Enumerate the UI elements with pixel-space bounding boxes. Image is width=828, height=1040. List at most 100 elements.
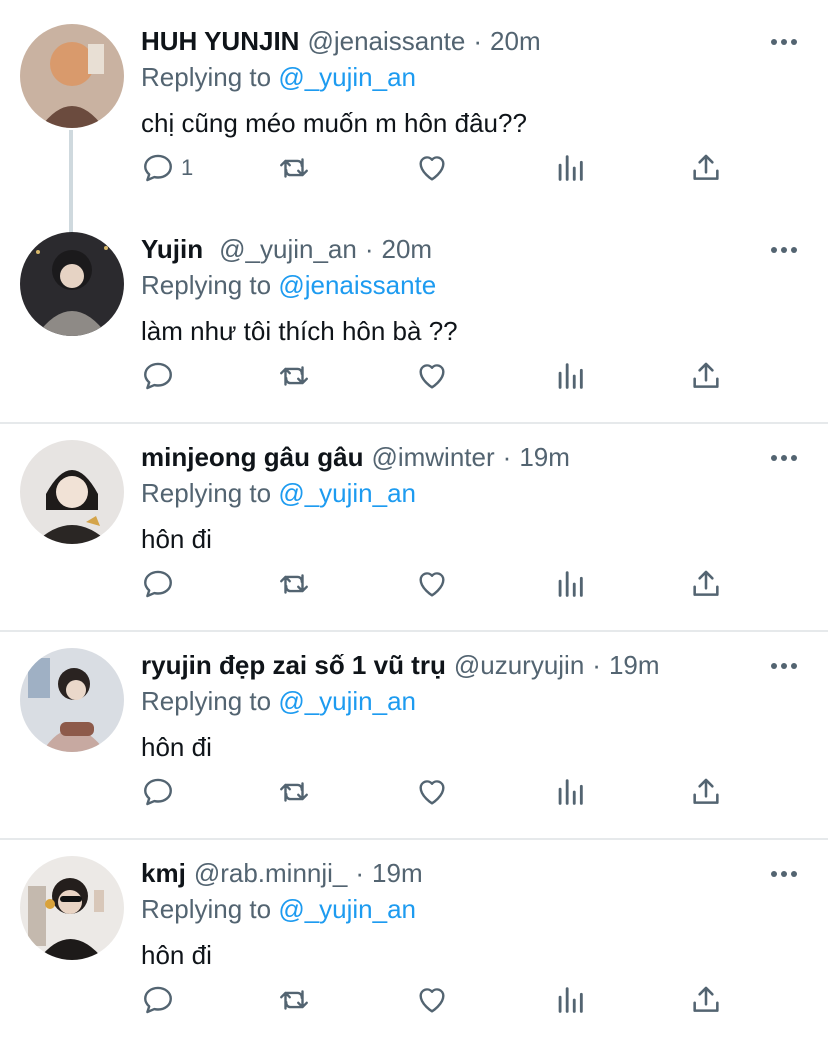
tweet[interactable]: HUH YUNJIN @jenaissante · 20m Replying t… <box>0 24 828 248</box>
action-bar <box>141 358 741 394</box>
action-bar <box>141 774 741 810</box>
tweet[interactable]: kmj @rab.minnji_ · 19m Replying to @_yuj… <box>0 856 828 1040</box>
avatar[interactable] <box>20 856 124 960</box>
reply-count: 1 <box>181 155 194 180</box>
user-handle[interactable]: @rab.minnji_ <box>194 856 348 890</box>
share-icon <box>693 778 719 804</box>
separator-dot: · <box>364 234 374 264</box>
analytics-icon <box>558 987 583 1013</box>
reply-button[interactable] <box>141 566 181 602</box>
retweet-button[interactable] <box>277 774 311 810</box>
more-dots-icon[interactable] <box>770 864 798 884</box>
user-handle[interactable]: @_yujin_an <box>219 232 357 266</box>
reply-mention-link[interactable]: @_yujin_an <box>278 894 416 924</box>
timestamp[interactable]: 19m <box>609 648 660 682</box>
tweet-header: HUH YUNJIN @jenaissante · 20m <box>141 24 541 58</box>
share-button[interactable] <box>689 150 723 186</box>
tweet-header: ryujin đẹp zai số 1 vũ trụ @uzuryujin · … <box>141 648 660 682</box>
user-handle[interactable]: @jenaissante <box>307 24 465 58</box>
display-name[interactable]: HUH YUNJIN <box>141 24 299 58</box>
views-button[interactable] <box>553 774 587 810</box>
tweet[interactable]: ryujin đẹp zai số 1 vũ trụ @uzuryujin · … <box>0 648 828 838</box>
tweet-text: hôn đi <box>141 732 212 762</box>
avatar[interactable] <box>20 232 124 336</box>
reply-button[interactable] <box>141 358 181 394</box>
timestamp[interactable]: 20m <box>382 232 433 266</box>
timestamp[interactable]: 19m <box>519 440 570 474</box>
heart-icon <box>419 988 445 1013</box>
retweet-button[interactable] <box>277 566 311 602</box>
reply-mention-link[interactable]: @_yujin_an <box>278 478 416 508</box>
tweet-text: làm như tôi thích hôn bà ?? <box>141 316 458 346</box>
retweet-button[interactable] <box>277 982 311 1018</box>
action-bar <box>141 982 741 1018</box>
reply-button[interactable]: 1 <box>141 150 193 186</box>
like-button[interactable] <box>415 774 449 810</box>
display-name[interactable]: minjeong gâu gâu <box>141 440 363 474</box>
share-button[interactable] <box>689 358 723 394</box>
analytics-icon <box>558 779 583 805</box>
tweet-text: hôn đi <box>141 524 212 554</box>
like-button[interactable] <box>415 566 449 602</box>
display-name[interactable]: Yujin <box>141 232 203 266</box>
share-icon <box>693 570 719 596</box>
views-button[interactable] <box>553 982 587 1018</box>
avatar[interactable] <box>20 648 124 752</box>
analytics-icon <box>558 571 583 597</box>
retweet-icon <box>280 366 308 386</box>
heart-icon <box>419 364 445 389</box>
tweet-text: chị cũng méo muốn m hôn đâu?? <box>141 108 527 138</box>
thread-connector <box>69 130 73 248</box>
tweet[interactable]: minjeong gâu gâu @imwinter · 19m Replyin… <box>0 440 828 630</box>
reply-bubble-icon <box>144 986 172 1014</box>
separator-dot: · <box>355 858 365 888</box>
separator-dot: · <box>592 650 601 680</box>
share-button[interactable] <box>689 774 723 810</box>
reply-bubble-icon <box>144 778 172 806</box>
replying-to: Replying to @jenaissante <box>141 268 436 302</box>
reply-button[interactable] <box>141 982 181 1018</box>
more-dots-icon[interactable] <box>770 240 798 260</box>
timestamp[interactable]: 20m <box>490 24 541 58</box>
tweet-header: Yujin @_yujin_an · 20m <box>141 232 432 266</box>
avatar[interactable] <box>20 440 124 544</box>
reply-button[interactable] <box>141 774 181 810</box>
like-button[interactable] <box>415 982 449 1018</box>
analytics-icon <box>558 155 583 181</box>
share-button[interactable] <box>689 982 723 1018</box>
separator-dot: · <box>502 442 512 472</box>
user-handle[interactable]: @imwinter <box>371 440 494 474</box>
tweet-text: hôn đi <box>141 940 212 970</box>
timestamp[interactable]: 19m <box>372 856 423 890</box>
like-button[interactable] <box>415 150 449 186</box>
heart-icon <box>419 780 445 805</box>
reply-mention-link[interactable]: @_yujin_an <box>278 62 416 92</box>
retweet-button[interactable] <box>277 150 311 186</box>
views-button[interactable] <box>553 358 587 394</box>
avatar[interactable] <box>20 24 124 128</box>
reply-bubble-icon <box>144 570 172 598</box>
reply-mention-link[interactable]: @jenaissante <box>278 270 436 300</box>
more-dots-icon[interactable] <box>770 656 798 676</box>
retweet-icon <box>280 574 308 594</box>
views-button[interactable] <box>553 566 587 602</box>
reply-bubble-icon <box>144 362 172 390</box>
share-button[interactable] <box>689 566 723 602</box>
retweet-icon <box>280 782 308 802</box>
more-dots-icon[interactable] <box>770 32 798 52</box>
tweet[interactable]: Yujin @_yujin_an · 20m Replying to @jena… <box>0 232 828 422</box>
like-button[interactable] <box>415 358 449 394</box>
retweet-button[interactable] <box>277 358 311 394</box>
retweet-icon <box>280 158 308 178</box>
more-dots-icon[interactable] <box>770 448 798 468</box>
display-name[interactable]: kmj <box>141 856 186 890</box>
display-name[interactable]: ryujin đẹp zai số 1 vũ trụ <box>141 648 446 682</box>
replying-to-label: Replying to <box>141 270 272 300</box>
replying-to-label: Replying to <box>141 62 272 92</box>
user-handle[interactable]: @uzuryujin <box>454 648 584 682</box>
reply-mention-link[interactable]: @_yujin_an <box>278 686 416 716</box>
separator-dot: · <box>473 26 483 56</box>
replying-to: Replying to @_yujin_an <box>141 684 416 718</box>
replying-to: Replying to @_yujin_an <box>141 60 416 94</box>
views-button[interactable] <box>553 150 587 186</box>
